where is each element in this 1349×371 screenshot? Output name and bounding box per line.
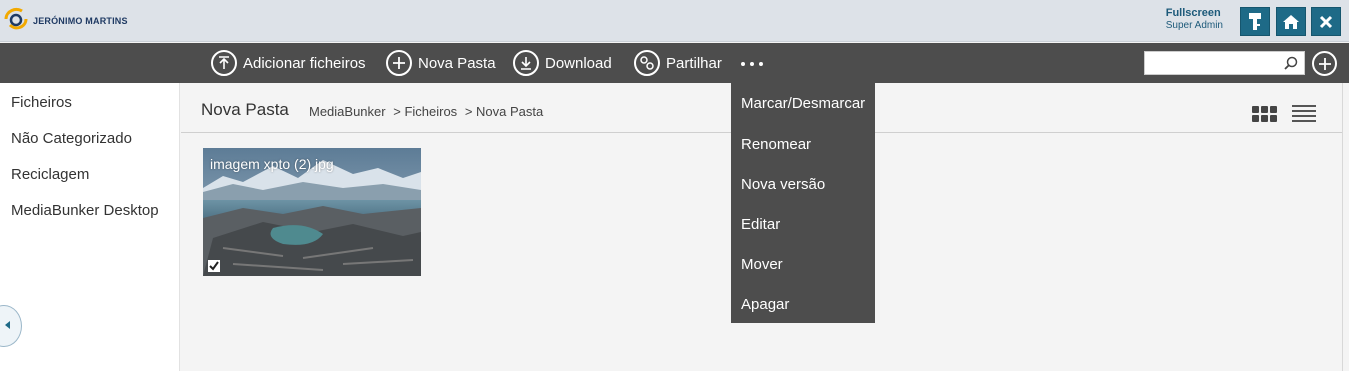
new-folder-label: Nova Pasta [418,54,496,72]
menu-item-rename[interactable]: Renomear [741,136,811,153]
download-button[interactable]: Download [513,50,612,76]
sidebar: Ficheiros Não Categorizado Reciclagem Me… [0,83,180,371]
logo-text: JERÓNIMO MARTINS [33,16,128,26]
checkmark-icon [209,261,219,271]
page-title: Nova Pasta [201,100,289,119]
grid-view-icon[interactable] [1252,106,1277,122]
dot-icon [750,62,754,66]
share-button[interactable]: Partilhar [634,50,722,76]
content-border [1342,83,1343,371]
download-icon [513,50,539,76]
home-button[interactable] [1276,7,1306,36]
upload-icon [211,50,237,76]
add-files-button[interactable]: Adicionar ficheiros [211,50,366,76]
toolbar: Adicionar ficheiros Nova Pasta Download … [0,43,1349,83]
user-name: Super Admin [1165,20,1223,31]
breadcrumb-item-mediabunker[interactable]: MediaBunker [309,104,386,119]
menu-item-toggle-select[interactable]: Marcar/Desmarcar [741,95,865,112]
more-options-menu: Marcar/Desmarcar Renomear Nova versão Ed… [731,83,875,323]
close-icon [1319,15,1333,28]
download-label: Download [545,54,612,72]
close-button[interactable] [1311,7,1341,36]
add-files-label: Adicionar ficheiros [243,54,366,72]
logo-mark-icon [4,7,28,30]
dot-icon [759,62,763,66]
company-logo[interactable]: JERÓNIMO MARTINS [2,5,142,35]
menu-item-move[interactable]: Mover [741,256,783,273]
file-thumbnail[interactable]: imagem xpto (2).jpg [203,148,421,276]
key-button[interactable] [1240,7,1270,36]
plus-icon [1318,57,1331,70]
sidebar-item-mediabunker-desktop[interactable]: MediaBunker Desktop [11,202,159,219]
more-options-button[interactable] [741,62,763,66]
share-label: Partilhar [666,54,722,72]
menu-item-new-version[interactable]: Nova versão [741,176,825,193]
breadcrumb-item-ficheiros[interactable]: > Ficheiros [393,104,457,119]
new-folder-button[interactable]: Nova Pasta [386,50,496,76]
search-input[interactable] [1145,52,1275,74]
breadcrumb: MediaBunker > Ficheiros > Nova Pasta [309,104,547,119]
file-checkbox[interactable] [208,260,220,272]
key-icon [1249,12,1261,30]
dot-icon [741,62,745,66]
sidebar-item-nao-categorizado[interactable]: Não Categorizado [11,130,132,147]
menu-item-delete[interactable]: Apagar [741,296,789,313]
search-box [1144,51,1305,75]
file-name: imagem xpto (2).jpg [210,156,334,172]
search-icon[interactable] [1284,56,1298,70]
list-view-icon[interactable] [1292,105,1316,122]
chevron-left-icon [5,321,10,329]
top-bar: JERÓNIMO MARTINS Fullscreen Super Admin [0,0,1349,42]
fullscreen-user-block: Fullscreen Super Admin [1166,7,1223,31]
add-button[interactable] [1312,51,1337,76]
menu-item-edit[interactable]: Editar [741,216,780,233]
sidebar-item-reciclagem[interactable]: Reciclagem [11,166,89,183]
home-icon [1283,14,1299,29]
plus-icon [386,50,412,76]
fullscreen-link[interactable]: Fullscreen [1166,7,1223,19]
breadcrumb-item-nova-pasta[interactable]: > Nova Pasta [465,104,543,119]
link-icon [634,50,660,76]
sidebar-item-ficheiros[interactable]: Ficheiros [11,94,72,111]
